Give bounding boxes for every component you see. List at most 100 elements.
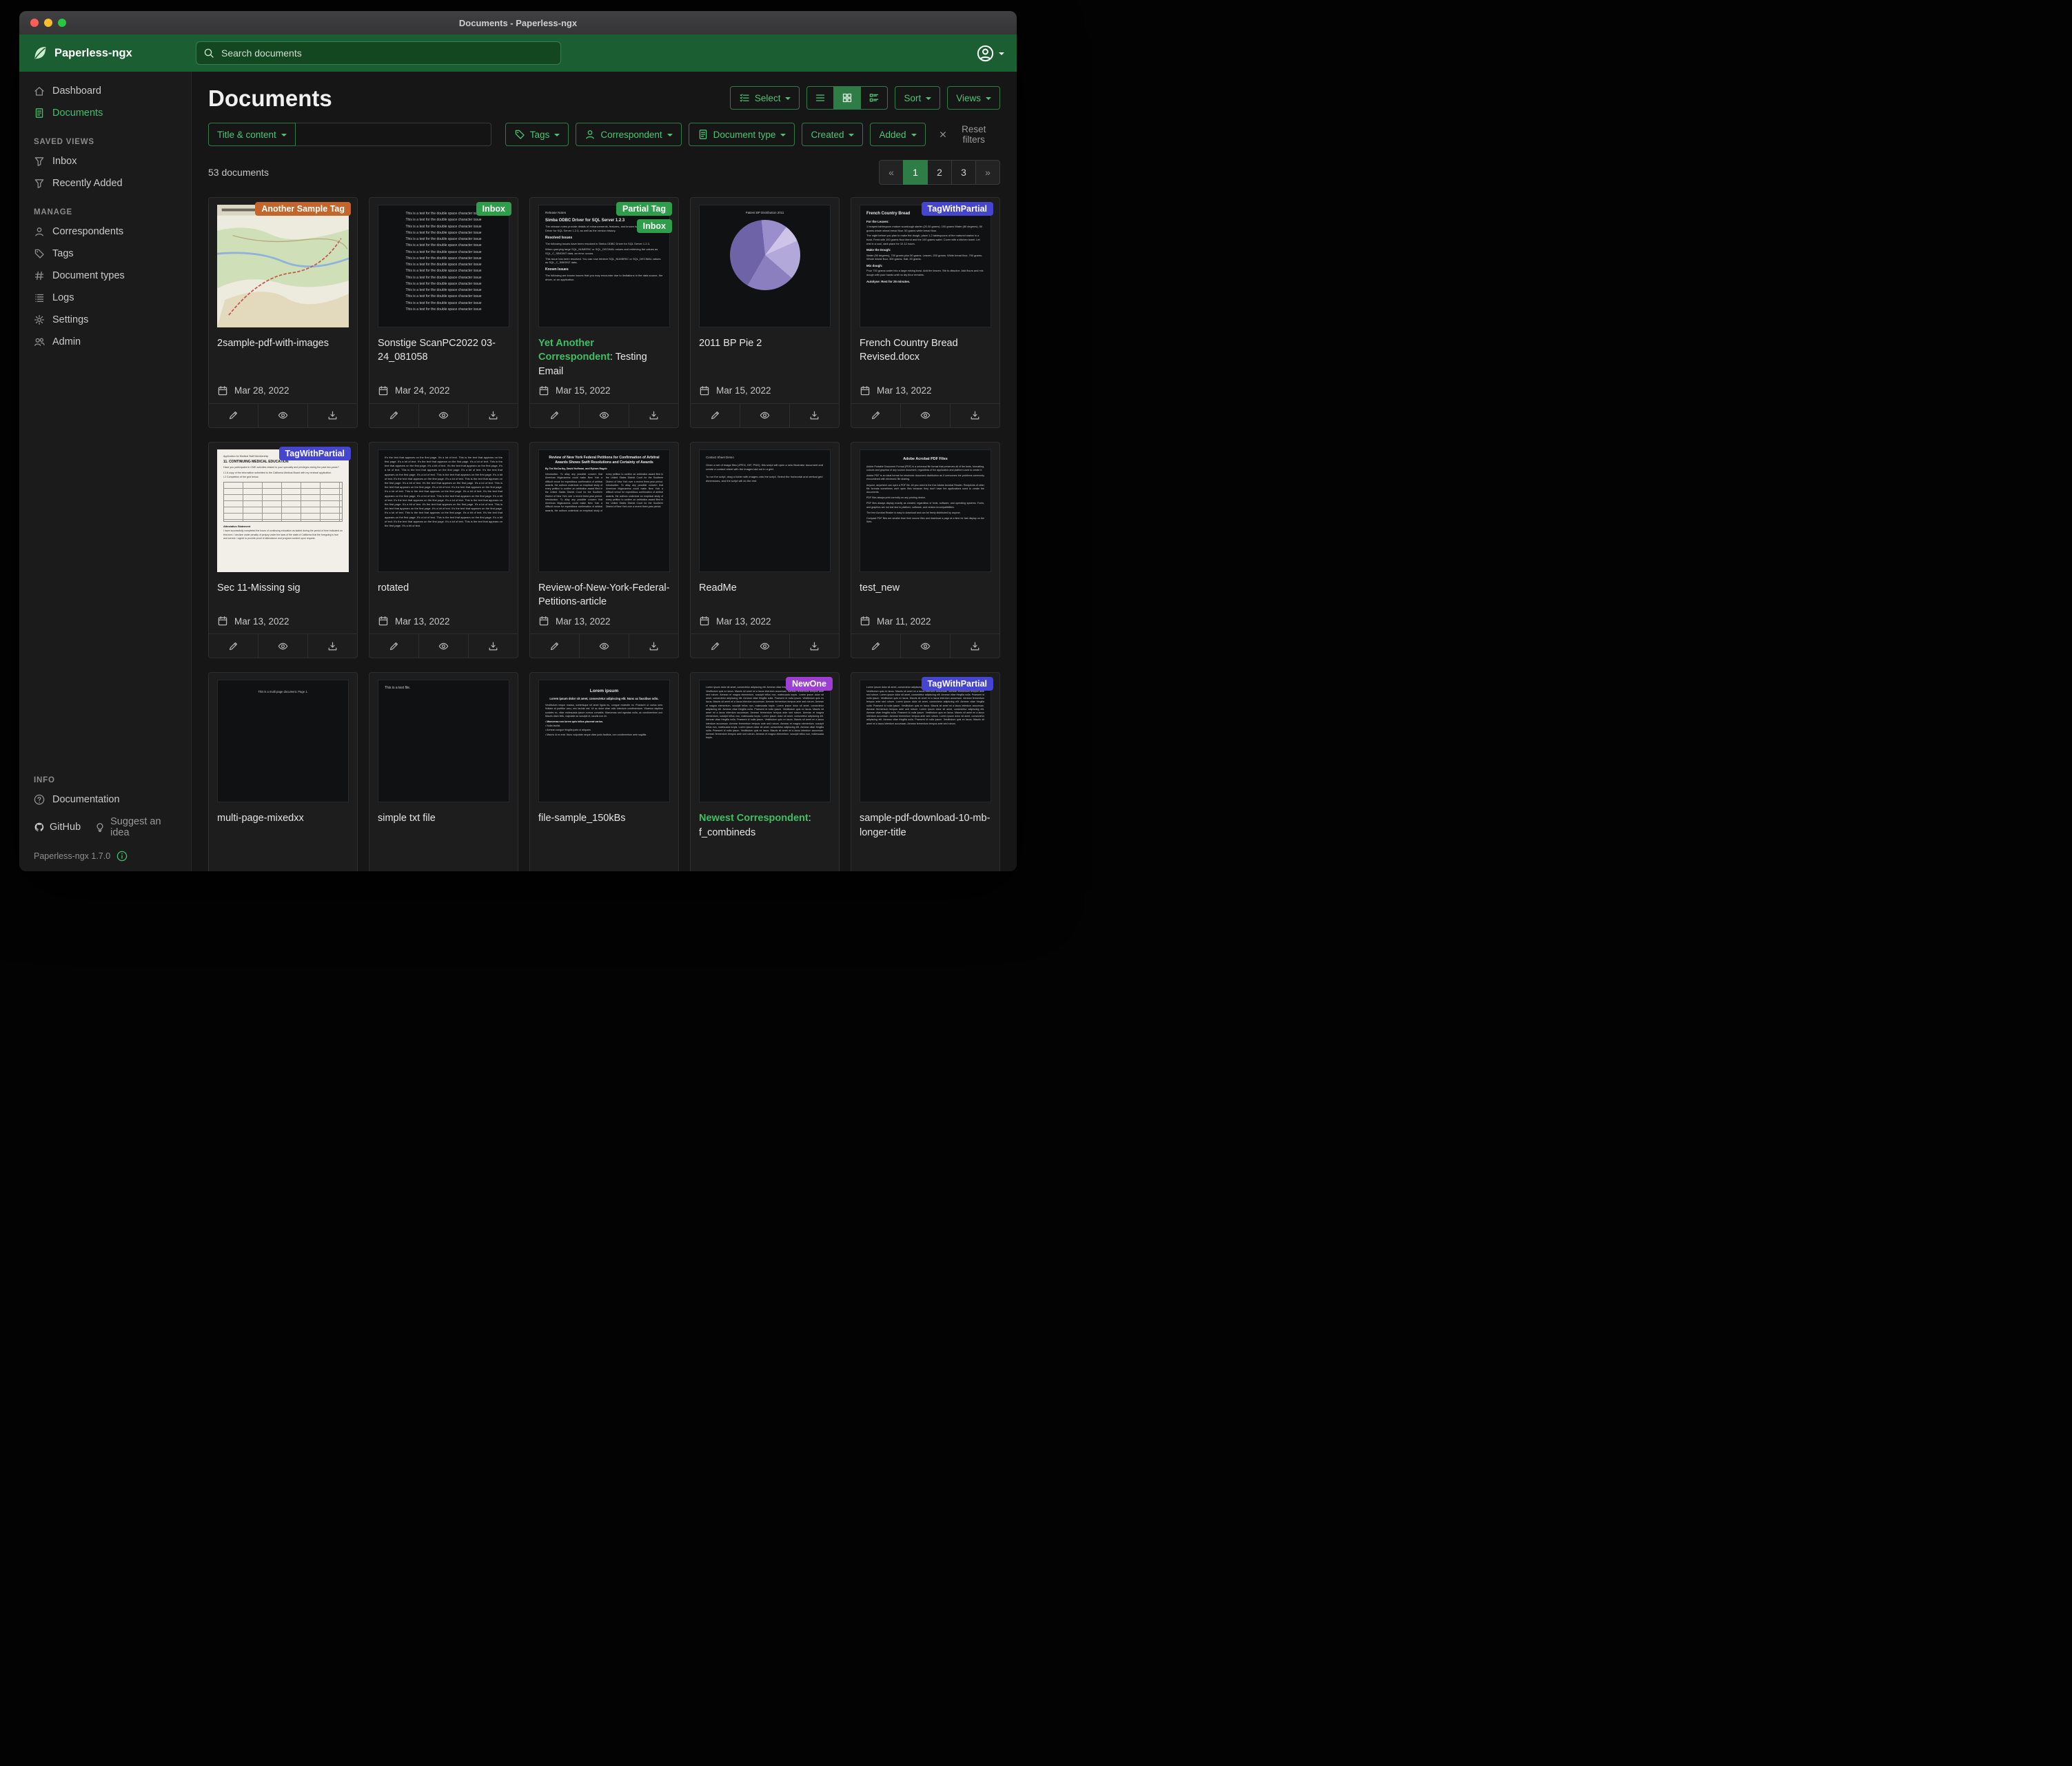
sidebar-item-tags[interactable]: Tags bbox=[19, 243, 191, 265]
tag-badge[interactable]: Inbox bbox=[637, 219, 672, 233]
document-thumbnail[interactable]: Release NotesSimba ODBC Driver for SQL S… bbox=[530, 198, 678, 330]
download-document-button[interactable] bbox=[629, 404, 678, 427]
document-thumbnail[interactable]: This is a test for the double space char… bbox=[369, 198, 518, 330]
document-thumbnail[interactable]: Lorem ipsum dolor sit amet, consectetur … bbox=[691, 673, 839, 805]
global-search[interactable] bbox=[196, 41, 561, 65]
pagination-page-2[interactable]: 2 bbox=[927, 160, 952, 185]
document-thumbnail[interactable]: This is a multi page document. Page 1. bbox=[209, 673, 357, 805]
card-correspondent-link[interactable]: Newest Correspondent bbox=[699, 813, 809, 824]
download-document-button[interactable] bbox=[950, 634, 999, 658]
document-card[interactable]: Lorem ipsumLorem ipsum dolor sit amet, c… bbox=[529, 672, 679, 871]
detail-view-button[interactable] bbox=[860, 86, 888, 110]
sidebar-item-admin[interactable]: Admin bbox=[19, 331, 191, 353]
sidebar-item-correspondents[interactable]: Correspondents bbox=[19, 221, 191, 243]
tag-badge[interactable]: TagWithPartial bbox=[279, 447, 351, 460]
document-thumbnail[interactable]: This is a test file. bbox=[369, 673, 518, 805]
pagination-page-1[interactable]: 1 bbox=[903, 160, 928, 185]
document-card[interactable]: This is a test for the double space char… bbox=[369, 197, 518, 428]
filter-document-type-button[interactable]: Document type bbox=[689, 123, 795, 146]
edit-document-button[interactable] bbox=[530, 404, 579, 427]
document-card[interactable]: Lorem ipsum dolor sit amet, consectetur … bbox=[690, 672, 840, 871]
view-document-button[interactable] bbox=[740, 634, 789, 658]
document-thumbnail[interactable]: Lorem ipsum dolor sit amet, consectetur … bbox=[851, 673, 999, 805]
filter-tags-button[interactable]: Tags bbox=[505, 123, 569, 146]
view-document-button[interactable] bbox=[579, 634, 629, 658]
download-document-button[interactable] bbox=[307, 404, 357, 427]
document-card[interactable]: French Country BreadFor the Leaven:1 hea… bbox=[851, 197, 1000, 428]
document-card[interactable]: Patient BP Distribution 20112011 BP Pie … bbox=[690, 197, 840, 428]
document-title[interactable]: Yet Another Correspondent: Testing Email bbox=[538, 336, 670, 378]
document-title[interactable]: rotated bbox=[378, 581, 509, 595]
view-document-button[interactable] bbox=[418, 634, 468, 658]
document-card[interactable]: This is a test file. simple txt file bbox=[369, 672, 518, 871]
title-content-input[interactable] bbox=[296, 123, 491, 146]
sort-button[interactable]: Sort bbox=[895, 86, 940, 110]
document-card[interactable]: Review of New York Federal Petitions for… bbox=[529, 442, 679, 659]
document-thumbnail[interactable]: Lorem ipsumLorem ipsum dolor sit amet, c… bbox=[530, 673, 678, 805]
download-document-button[interactable] bbox=[789, 404, 839, 427]
document-title[interactable]: French Country Bread Revised.docx bbox=[860, 336, 991, 365]
card-correspondent-link[interactable]: Yet Another Correspondent bbox=[538, 338, 610, 363]
download-document-button[interactable] bbox=[629, 634, 678, 658]
zoom-button[interactable] bbox=[58, 19, 66, 27]
search-input[interactable] bbox=[220, 47, 553, 59]
views-button[interactable]: Views bbox=[947, 86, 1000, 110]
view-document-button[interactable] bbox=[900, 404, 950, 427]
document-title[interactable]: Review-of-New-York-Federal-Petitions-art… bbox=[538, 581, 670, 609]
document-title[interactable]: 2sample-pdf-with-images bbox=[217, 336, 349, 350]
suggest-idea-link[interactable]: Suggest an idea bbox=[94, 816, 176, 838]
sidebar-item-documentation[interactable]: Documentation bbox=[19, 789, 191, 811]
select-button[interactable]: Select bbox=[730, 86, 800, 110]
document-card[interactable]: Release NotesSimba ODBC Driver for SQL S… bbox=[529, 197, 679, 428]
document-thumbnail[interactable]: French Country BreadFor the Leaven:1 hea… bbox=[851, 198, 999, 330]
sidebar-item-settings[interactable]: Settings bbox=[19, 309, 191, 331]
grid-view-button[interactable] bbox=[833, 86, 861, 110]
sidebar-item-dashboard[interactable]: Dashboard bbox=[19, 80, 191, 102]
download-document-button[interactable] bbox=[468, 404, 518, 427]
document-thumbnail[interactable]: Application for Medical Staff Membership… bbox=[209, 443, 357, 575]
document-card[interactable]: Adobe Acrobat PDF FilesAdobe Portable Do… bbox=[851, 442, 1000, 659]
view-document-button[interactable] bbox=[258, 404, 307, 427]
document-thumbnail[interactable]: Adobe Acrobat PDF FilesAdobe Portable Do… bbox=[851, 443, 999, 575]
edit-document-button[interactable] bbox=[851, 404, 900, 427]
document-thumbnail[interactable]: It's the text that appears on the first … bbox=[369, 443, 518, 575]
document-card[interactable]: This is a multi page document. Page 1. mu… bbox=[208, 672, 358, 871]
tag-badge[interactable]: TagWithPartial bbox=[922, 202, 993, 216]
view-document-button[interactable] bbox=[258, 634, 307, 658]
download-document-button[interactable] bbox=[307, 634, 357, 658]
sidebar-item-document-types[interactable]: Document types bbox=[19, 265, 191, 287]
edit-document-button[interactable] bbox=[691, 634, 740, 658]
document-thumbnail[interactable]: Patient BP Distribution 2011 bbox=[691, 198, 839, 330]
document-title[interactable]: ReadMe bbox=[699, 581, 831, 595]
edit-document-button[interactable] bbox=[691, 404, 740, 427]
view-document-button[interactable] bbox=[900, 634, 950, 658]
sidebar-item-documents[interactable]: Documents bbox=[19, 102, 191, 124]
edit-document-button[interactable] bbox=[530, 634, 579, 658]
sidebar-item-logs[interactable]: Logs bbox=[19, 287, 191, 309]
title-content-dropdown[interactable]: Title & content bbox=[208, 123, 296, 146]
document-title[interactable]: file-sample_150kBs bbox=[538, 811, 670, 825]
document-title[interactable]: Sec 11-Missing sig bbox=[217, 581, 349, 595]
document-title[interactable]: simple txt file bbox=[378, 811, 509, 825]
document-title[interactable]: sample-pdf-download-10-mb-longer-title bbox=[860, 811, 991, 840]
document-title[interactable]: Newest Correspondent: f_combineds bbox=[699, 811, 831, 840]
tag-badge[interactable]: TagWithPartial bbox=[922, 677, 993, 691]
view-document-button[interactable] bbox=[418, 404, 468, 427]
document-card[interactable]: It's the text that appears on the first … bbox=[369, 442, 518, 659]
tag-badge[interactable]: Inbox bbox=[476, 202, 511, 216]
reset-filters-button[interactable]: Reset filters bbox=[934, 123, 1000, 145]
tag-badge[interactable]: NewOne bbox=[786, 677, 833, 691]
document-title[interactable]: multi-page-mixedxx bbox=[217, 811, 349, 825]
close-button[interactable] bbox=[30, 19, 39, 27]
minimize-button[interactable] bbox=[44, 19, 52, 27]
list-view-button[interactable] bbox=[806, 86, 834, 110]
pagination-prev[interactable]: « bbox=[879, 160, 904, 185]
edit-document-button[interactable] bbox=[209, 634, 258, 658]
tag-badge[interactable]: Partial Tag bbox=[616, 202, 672, 216]
app-logo[interactable]: Paperless-ngx bbox=[32, 45, 196, 61]
download-document-button[interactable] bbox=[468, 634, 518, 658]
edit-document-button[interactable] bbox=[851, 634, 900, 658]
edit-document-button[interactable] bbox=[369, 404, 418, 427]
tag-badge[interactable]: Another Sample Tag bbox=[255, 202, 351, 216]
view-document-button[interactable] bbox=[740, 404, 789, 427]
